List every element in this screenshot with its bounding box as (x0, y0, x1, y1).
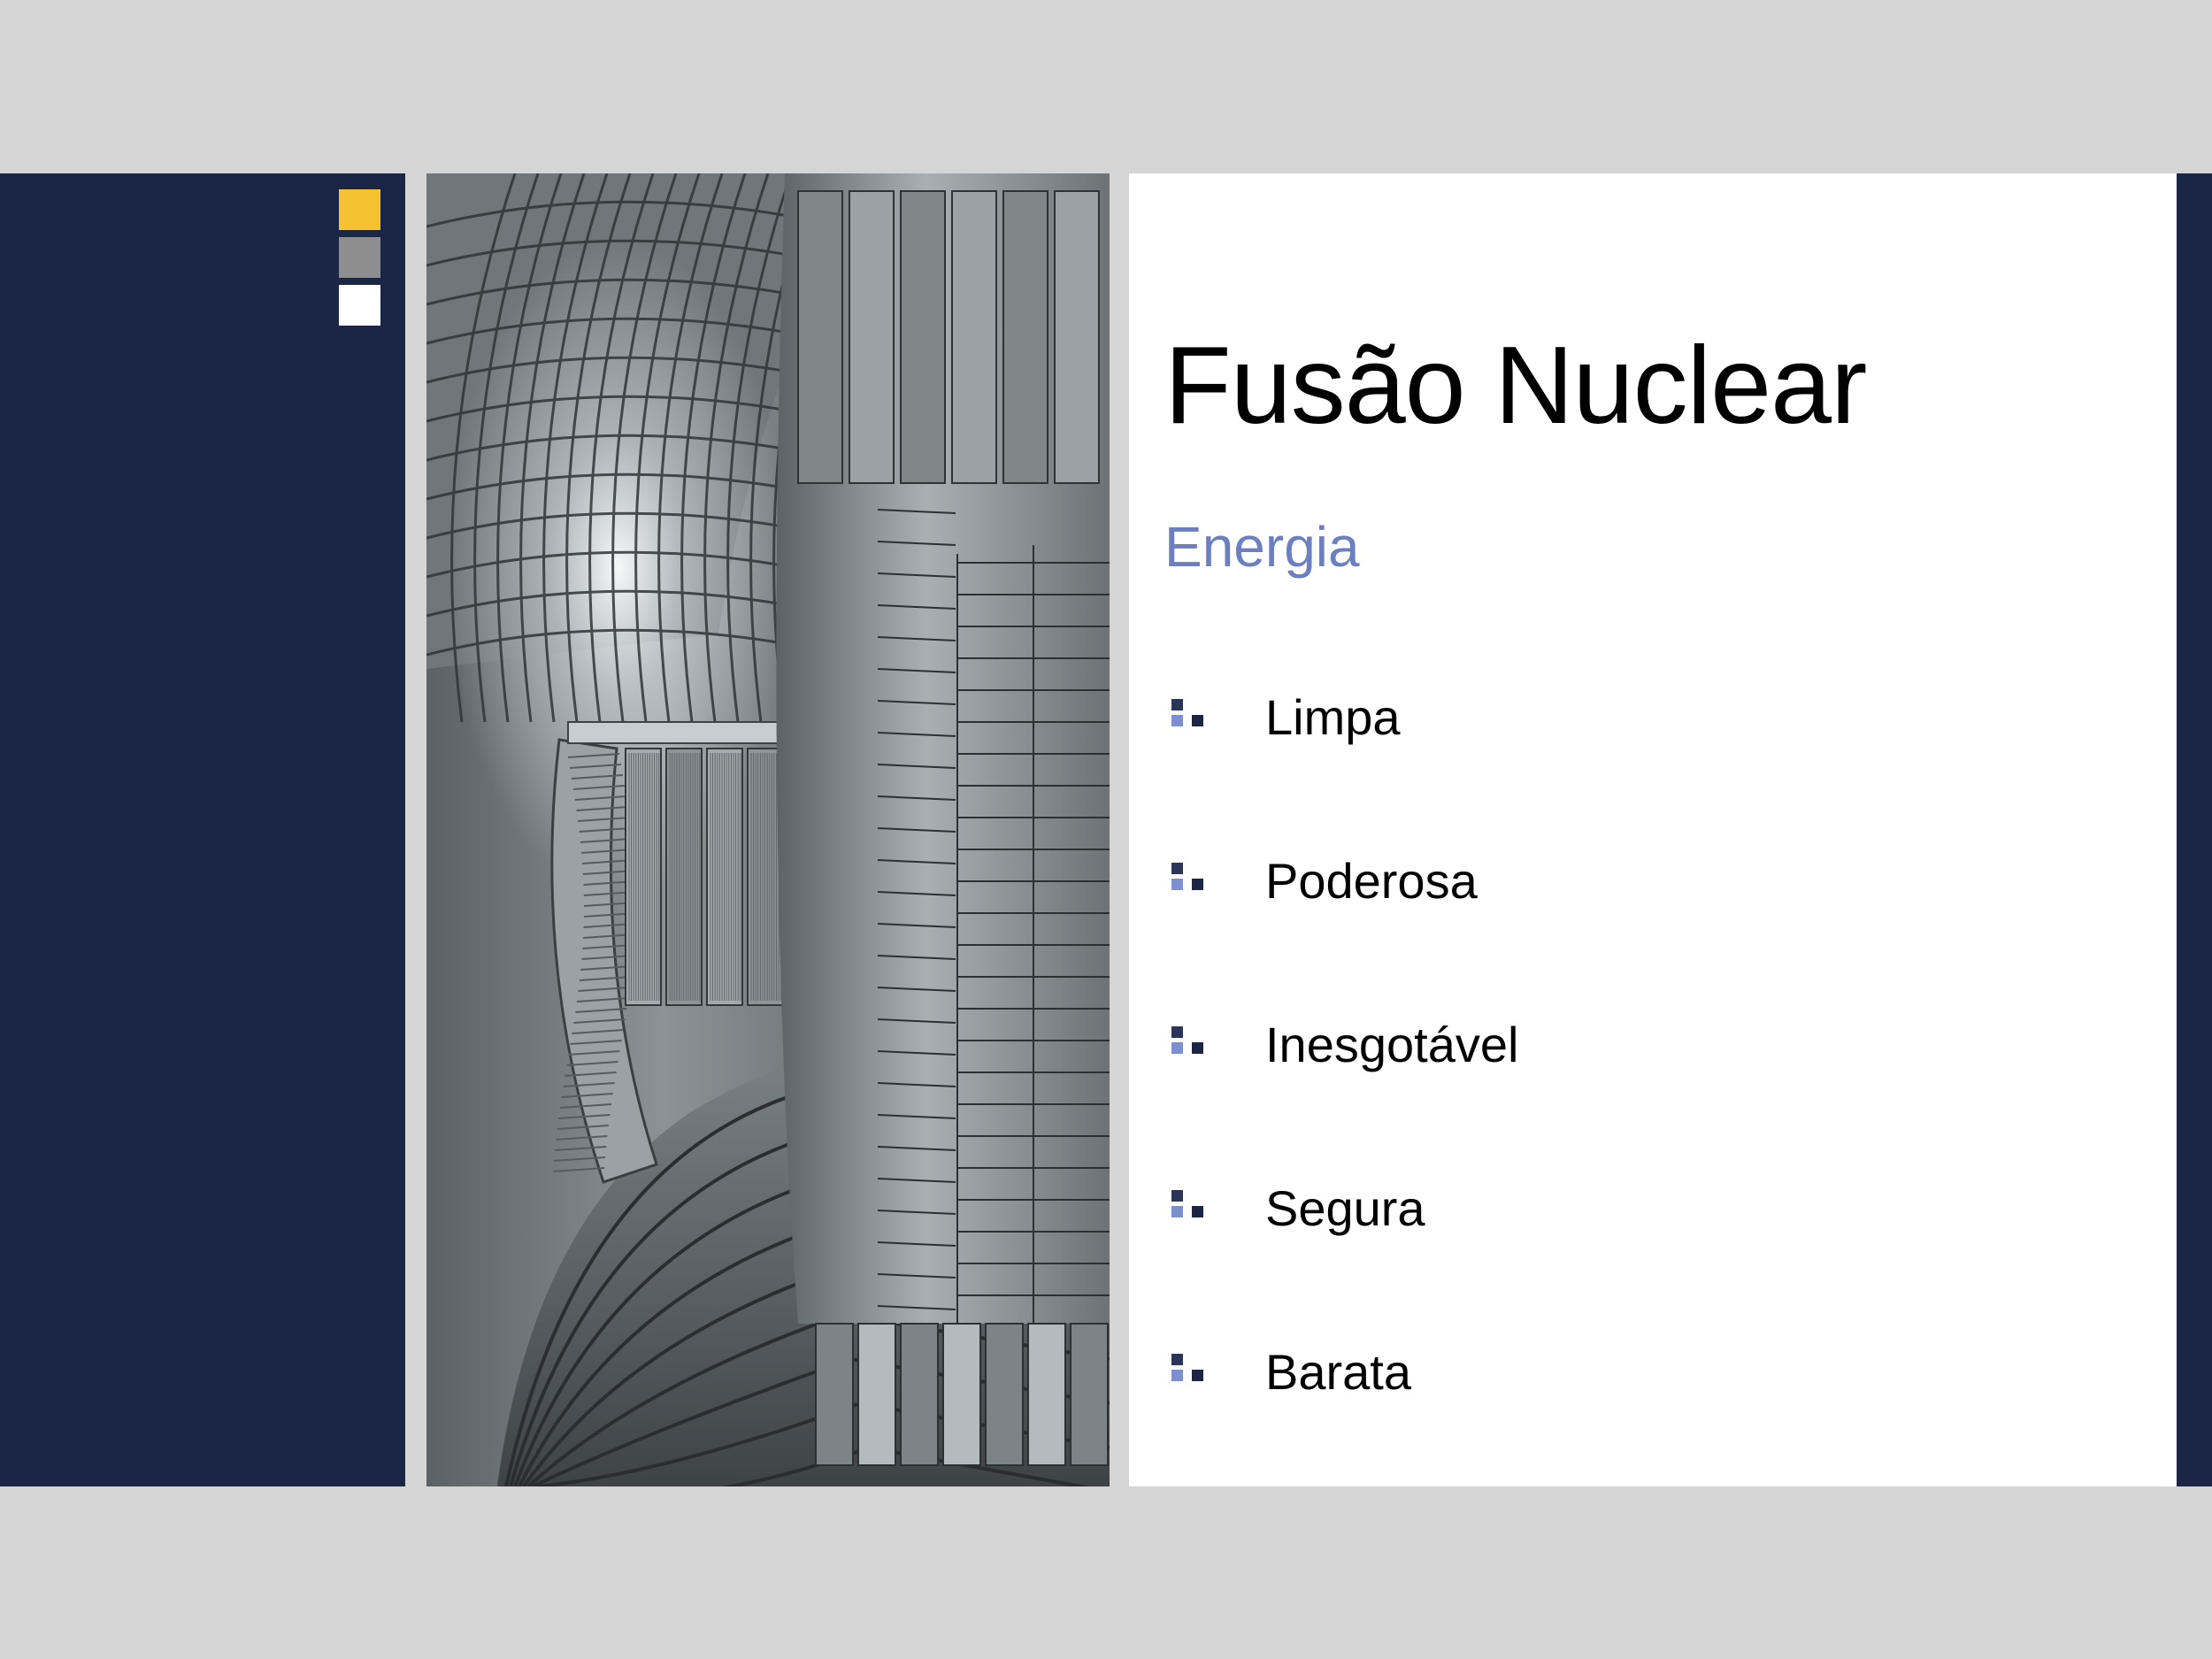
square-cluster-bullet-icon (1171, 1026, 1205, 1058)
tokamak-illustration (426, 173, 1110, 1486)
right-navy-strip (2177, 173, 2212, 1486)
accent-square-yellow (339, 189, 380, 230)
slide-title: Fusão Nuclear (1164, 325, 1867, 447)
bullet-label: Barata (1265, 1344, 1411, 1400)
square-cluster-bullet-icon (1171, 863, 1205, 895)
bullet-label: Limpa (1265, 689, 1401, 745)
slide: Fusão Nuclear Energia Limpa Poderosa Ine… (0, 0, 2212, 1659)
bullet-item: Limpa (1171, 687, 2056, 749)
slide-subtitle: Energia (1164, 515, 1360, 579)
accent-square-white (339, 285, 380, 326)
bullet-label: Poderosa (1265, 853, 1478, 909)
tokamak-reactor-photo (426, 173, 1110, 1486)
square-cluster-bullet-icon (1171, 1190, 1205, 1222)
bullet-item: Segura (1171, 1178, 2056, 1240)
bullet-item: Poderosa (1171, 850, 2056, 912)
bullet-item: Barata (1171, 1341, 2056, 1403)
bullet-label: Segura (1265, 1180, 1425, 1236)
square-cluster-bullet-icon (1171, 1354, 1205, 1386)
square-cluster-bullet-icon (1171, 699, 1205, 731)
bullet-label: Inesgotável (1265, 1017, 1519, 1072)
content-panel: Fusão Nuclear Energia Limpa Poderosa Ine… (1129, 173, 2177, 1486)
left-navy-panel (0, 173, 405, 1486)
accent-square-gray (339, 237, 380, 278)
bullet-item: Inesgotável (1171, 1014, 2056, 1076)
